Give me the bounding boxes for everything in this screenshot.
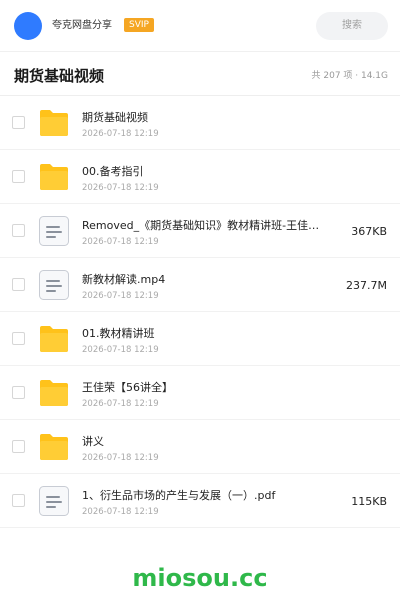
list-item[interactable]: 王佳荣【56讲全】 2026-07-18 12:19 [0, 366, 400, 420]
list-item[interactable]: 1、衍生品市场的产生与发展（一）.pdf 2026-07-18 12:19 11… [0, 474, 400, 528]
file-size: 237.7M [346, 279, 387, 292]
row-checkbox[interactable] [12, 332, 25, 345]
row-checkbox[interactable] [12, 278, 25, 291]
folder-icon [38, 324, 70, 354]
file-name: Removed_《期货基础知识》教材精讲班-王佳荣… [82, 219, 328, 232]
folder-icon [38, 108, 70, 138]
row-checkbox[interactable] [12, 494, 25, 507]
folder-icon [38, 162, 70, 192]
vip-badge: SVIP [124, 18, 154, 32]
user-name: 夸克网盘分享 [52, 20, 112, 31]
file-date: 2026-07-18 12:19 [82, 507, 159, 517]
file-name: 讲义 [82, 435, 104, 448]
file-date: 2026-07-18 12:19 [82, 453, 159, 463]
file-name: 1、衍生品市场的产生与发展（一）.pdf [82, 489, 276, 502]
row-checkbox[interactable] [12, 116, 25, 129]
search-button[interactable]: 搜索 [316, 12, 388, 40]
list-item[interactable]: 00.备考指引 2026-07-18 12:19 [0, 150, 400, 204]
list-item[interactable]: 讲义 2026-07-18 12:19 [0, 420, 400, 474]
avatar[interactable] [14, 12, 42, 40]
file-date: 2026-07-18 12:19 [82, 183, 159, 193]
row-checkbox[interactable] [12, 440, 25, 453]
folder-icon [38, 378, 70, 408]
file-date: 2026-07-18 12:19 [82, 345, 159, 355]
file-name: 01.教材精讲班 [82, 327, 155, 340]
row-checkbox[interactable] [12, 224, 25, 237]
document-icon [38, 486, 70, 516]
folder-icon [38, 432, 70, 462]
folder-header: 期货基础视频 共 207 项 · 14.1G [0, 52, 400, 96]
list-item[interactable]: 01.教材精讲班 2026-07-18 12:19 [0, 312, 400, 366]
top-bar: 夸克网盘分享 SVIP 搜索 [0, 0, 400, 52]
list-item[interactable]: 期货基础视频 2026-07-18 12:19 [0, 96, 400, 150]
file-date: 2026-07-18 12:19 [82, 237, 159, 247]
file-name: 00.备考指引 [82, 165, 144, 178]
file-name: 新教材解读.mp4 [82, 273, 166, 286]
watermark-text: miosou.cc [132, 564, 268, 592]
file-size: 115KB [351, 495, 387, 508]
row-checkbox[interactable] [12, 170, 25, 183]
file-date: 2026-07-18 12:19 [82, 399, 159, 409]
file-size: 367KB [351, 225, 387, 238]
file-name: 王佳荣【56讲全】 [82, 381, 173, 394]
list-item[interactable]: 新教材解读.mp4 2026-07-18 12:19 237.7M [0, 258, 400, 312]
row-checkbox[interactable] [12, 386, 25, 399]
file-date: 2026-07-18 12:19 [82, 129, 159, 139]
document-icon [38, 270, 70, 300]
document-icon [38, 216, 70, 246]
file-name: 期货基础视频 [82, 111, 148, 124]
page-title: 期货基础视频 [14, 67, 105, 85]
folder-stats: 共 207 项 · 14.1G [311, 71, 389, 81]
file-date: 2026-07-18 12:19 [82, 291, 159, 301]
file-list: 期货基础视频 2026-07-18 12:19 00.备考指引 2026-07-… [0, 96, 400, 528]
list-item[interactable]: Removed_《期货基础知识》教材精讲班-王佳荣… 2026-07-18 12… [0, 204, 400, 258]
